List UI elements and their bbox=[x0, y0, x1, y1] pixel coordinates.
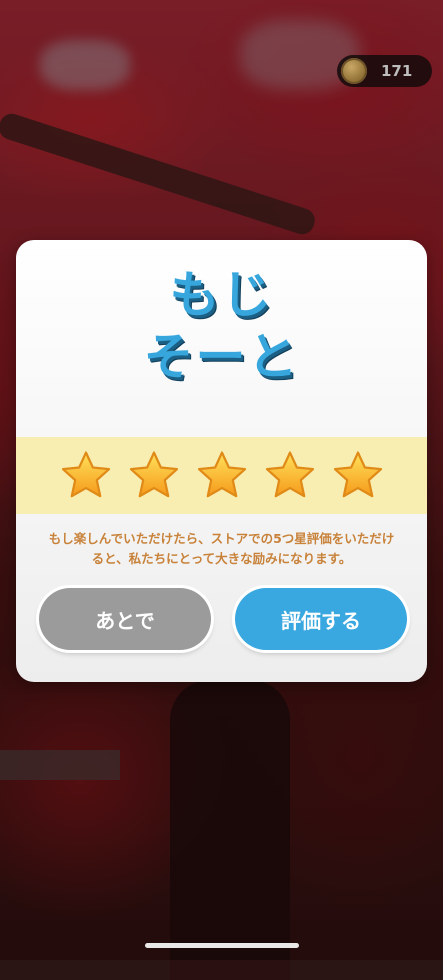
app-title-line2: そーと bbox=[143, 328, 300, 386]
star-icon[interactable] bbox=[59, 449, 113, 503]
star-icon[interactable] bbox=[331, 449, 385, 503]
app-title: もじ そーと bbox=[16, 264, 427, 388]
coin-count: 171 bbox=[381, 62, 413, 80]
coin-counter: 171 bbox=[337, 55, 432, 87]
app-title-line1: もじ bbox=[169, 266, 274, 324]
star-icon[interactable] bbox=[263, 449, 317, 503]
home-indicator[interactable] bbox=[145, 943, 299, 948]
star-rating bbox=[16, 437, 427, 514]
rate-button[interactable]: 評価する bbox=[235, 588, 407, 650]
star-icon[interactable] bbox=[127, 449, 181, 503]
coin-icon bbox=[341, 58, 367, 84]
star-icon[interactable] bbox=[195, 449, 249, 503]
rating-message: もし楽しんでいただけたら、ストアでの5つ星評価をいただけると、私たちにとって大き… bbox=[48, 531, 395, 566]
rating-dialog: もじ そーと もし楽しんでいただけたら、ストアでの5つ星評価をいただけると、私た… bbox=[16, 240, 427, 682]
later-button[interactable]: あとで bbox=[39, 588, 211, 650]
